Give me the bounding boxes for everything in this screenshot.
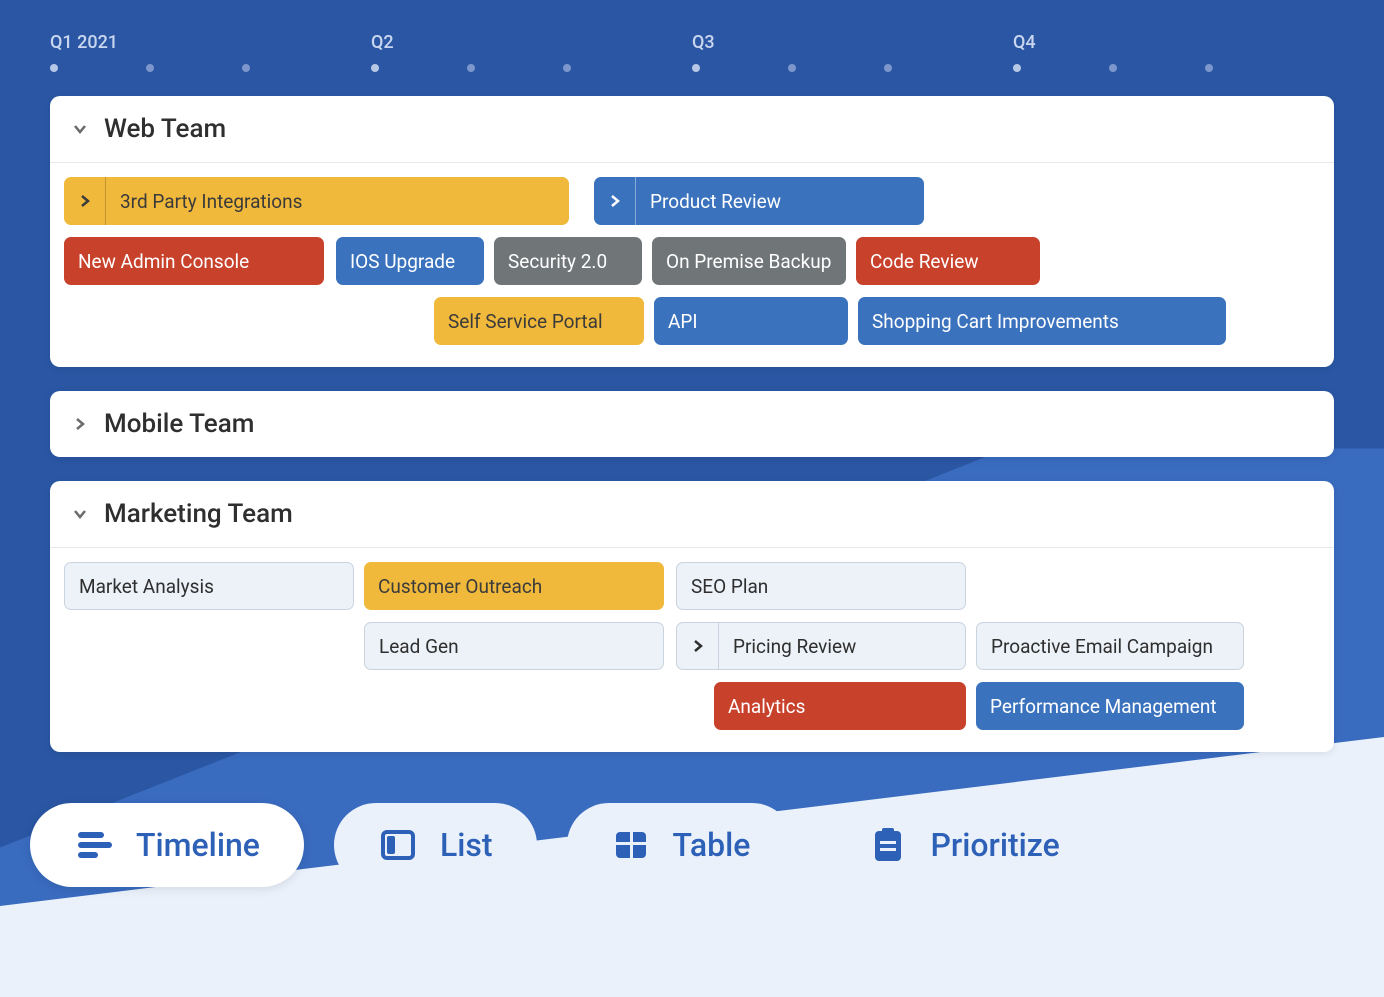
timeline-row: Self Service Portal API Shopping Cart Impr… <box>64 297 1320 345</box>
timeline-bar[interactable]: New Admin Console <box>64 237 324 285</box>
tick-dot <box>788 64 796 72</box>
quarter-label: Q3 <box>692 32 715 53</box>
timeline-row: Analytics Performance Management <box>64 682 1320 730</box>
tick-dot <box>50 64 58 72</box>
chevron-down-icon[interactable] <box>70 119 90 139</box>
timeline-bar-label: On Premise Backup <box>652 250 845 273</box>
swimlane-title: Mobile Team <box>104 409 254 439</box>
timeline-row: 3rd Party Integrations Product Review <box>64 177 1320 225</box>
list-icon <box>378 825 418 865</box>
chevron-down-icon[interactable] <box>70 504 90 524</box>
chevron-right-icon[interactable] <box>70 414 90 434</box>
tick-dot <box>467 64 475 72</box>
timeline-bar[interactable]: IOS Upgrade <box>336 237 484 285</box>
tick-dot <box>563 64 571 72</box>
view-tab-table[interactable]: Table <box>567 803 795 887</box>
swimlane: Mobile Team <box>50 391 1334 457</box>
timeline-bar[interactable]: Proactive Email Campaign <box>976 622 1244 670</box>
view-tab-timeline[interactable]: Timeline <box>30 803 304 887</box>
timeline-bar-label: IOS Upgrade <box>336 250 469 273</box>
timeline-bar-label: New Admin Console <box>64 250 263 273</box>
timeline-row: Market Analysis Customer Outreach SEO Plan <box>64 562 1320 610</box>
timeline-bar-label: API <box>654 310 712 333</box>
timeline-bar-label: Self Service Portal <box>434 310 617 333</box>
timeline-header: Q1 2021 Q2 Q3 Q4 <box>50 32 1334 72</box>
timeline-bar[interactable]: Performance Management <box>976 682 1244 730</box>
swimlane-title: Web Team <box>104 114 226 144</box>
tick-dot <box>692 64 700 72</box>
timeline-bar[interactable]: Pricing Review <box>676 622 966 670</box>
timeline-bar-label: Lead Gen <box>365 635 473 658</box>
timeline-bar-label: Proactive Email Campaign <box>977 635 1227 658</box>
view-tab-label: Prioritize <box>930 826 1059 864</box>
swimlane-header[interactable]: Web Team <box>50 96 1334 163</box>
tick-dot <box>371 64 379 72</box>
timeline-row: Lead Gen Pricing Review Proactive Email Ca… <box>64 622 1320 670</box>
view-tab-list[interactable]: List <box>334 803 537 887</box>
view-tab-prioritize[interactable]: Prioritize <box>824 803 1103 887</box>
view-tab-label: List <box>440 826 493 864</box>
timeline-bar[interactable]: SEO Plan <box>676 562 966 610</box>
swimlane: Marketing Team Market Analysis Customer Ou… <box>50 481 1334 752</box>
timeline-bar[interactable]: Market Analysis <box>64 562 354 610</box>
swimlane: Web Team 3rd Party Integrations Product Re… <box>50 96 1334 367</box>
timeline-bar-label: Security 2.0 <box>494 250 621 273</box>
timeline-bar[interactable]: On Premise Backup <box>652 237 846 285</box>
timeline-bar[interactable]: Self Service Portal <box>434 297 644 345</box>
quarter-label: Q2 <box>371 32 394 53</box>
timeline-bar[interactable]: Product Review <box>594 177 924 225</box>
timeline-bar[interactable]: Code Review <box>856 237 1040 285</box>
timeline-bar-label: Customer Outreach <box>364 575 556 598</box>
quarter-label: Q4 <box>1013 32 1036 53</box>
view-switcher: Timeline List Table Prioritize <box>30 803 1104 887</box>
timeline-bar-label: Analytics <box>714 695 819 718</box>
swimlane-body: Market Analysis Customer Outreach SEO Plan… <box>50 548 1334 752</box>
timeline-bar[interactable]: Analytics <box>714 682 966 730</box>
timeline-bar[interactable]: Security 2.0 <box>494 237 642 285</box>
view-tab-label: Timeline <box>136 826 260 864</box>
timeline-bar-label: Performance Management <box>976 695 1231 718</box>
tick-dot <box>1013 64 1021 72</box>
table-icon <box>611 825 651 865</box>
swimlane-title: Marketing Team <box>104 499 293 529</box>
view-tab-label: Table <box>673 826 751 864</box>
quarter-label: Q1 2021 <box>50 32 118 53</box>
tick-dot <box>1205 64 1213 72</box>
timeline-bar[interactable]: Customer Outreach <box>364 562 664 610</box>
timeline-bar-label: Market Analysis <box>65 575 228 598</box>
tick-dot <box>1109 64 1117 72</box>
swimlane-header[interactable]: Marketing Team <box>50 481 1334 548</box>
swimlane-body: 3rd Party Integrations Product Review New … <box>50 163 1334 367</box>
tick-dot <box>884 64 892 72</box>
timeline-row: New Admin Console IOS Upgrade Security 2.0… <box>64 237 1320 285</box>
chevron-right-icon[interactable] <box>677 623 719 669</box>
timeline-bar-label: Code Review <box>856 250 993 273</box>
timeline-bar-label: Shopping Cart Improvements <box>858 310 1133 333</box>
timeline-bar-label: Product Review <box>636 190 795 213</box>
chevron-right-icon[interactable] <box>64 177 106 225</box>
tick-dot <box>242 64 250 72</box>
swimlane-header[interactable]: Mobile Team <box>50 391 1334 457</box>
prioritize-icon <box>868 825 908 865</box>
timeline-bar[interactable]: Shopping Cart Improvements <box>858 297 1226 345</box>
timeline-bar[interactable]: API <box>654 297 848 345</box>
timeline-icon <box>74 825 114 865</box>
timeline-bar-label: 3rd Party Integrations <box>106 190 316 213</box>
timeline-bar[interactable]: 3rd Party Integrations <box>64 177 569 225</box>
chevron-right-icon[interactable] <box>594 177 636 225</box>
timeline-bar-label: Pricing Review <box>719 635 870 658</box>
timeline-bar-label: SEO Plan <box>677 575 782 598</box>
tick-dot <box>146 64 154 72</box>
timeline-bar[interactable]: Lead Gen <box>364 622 664 670</box>
